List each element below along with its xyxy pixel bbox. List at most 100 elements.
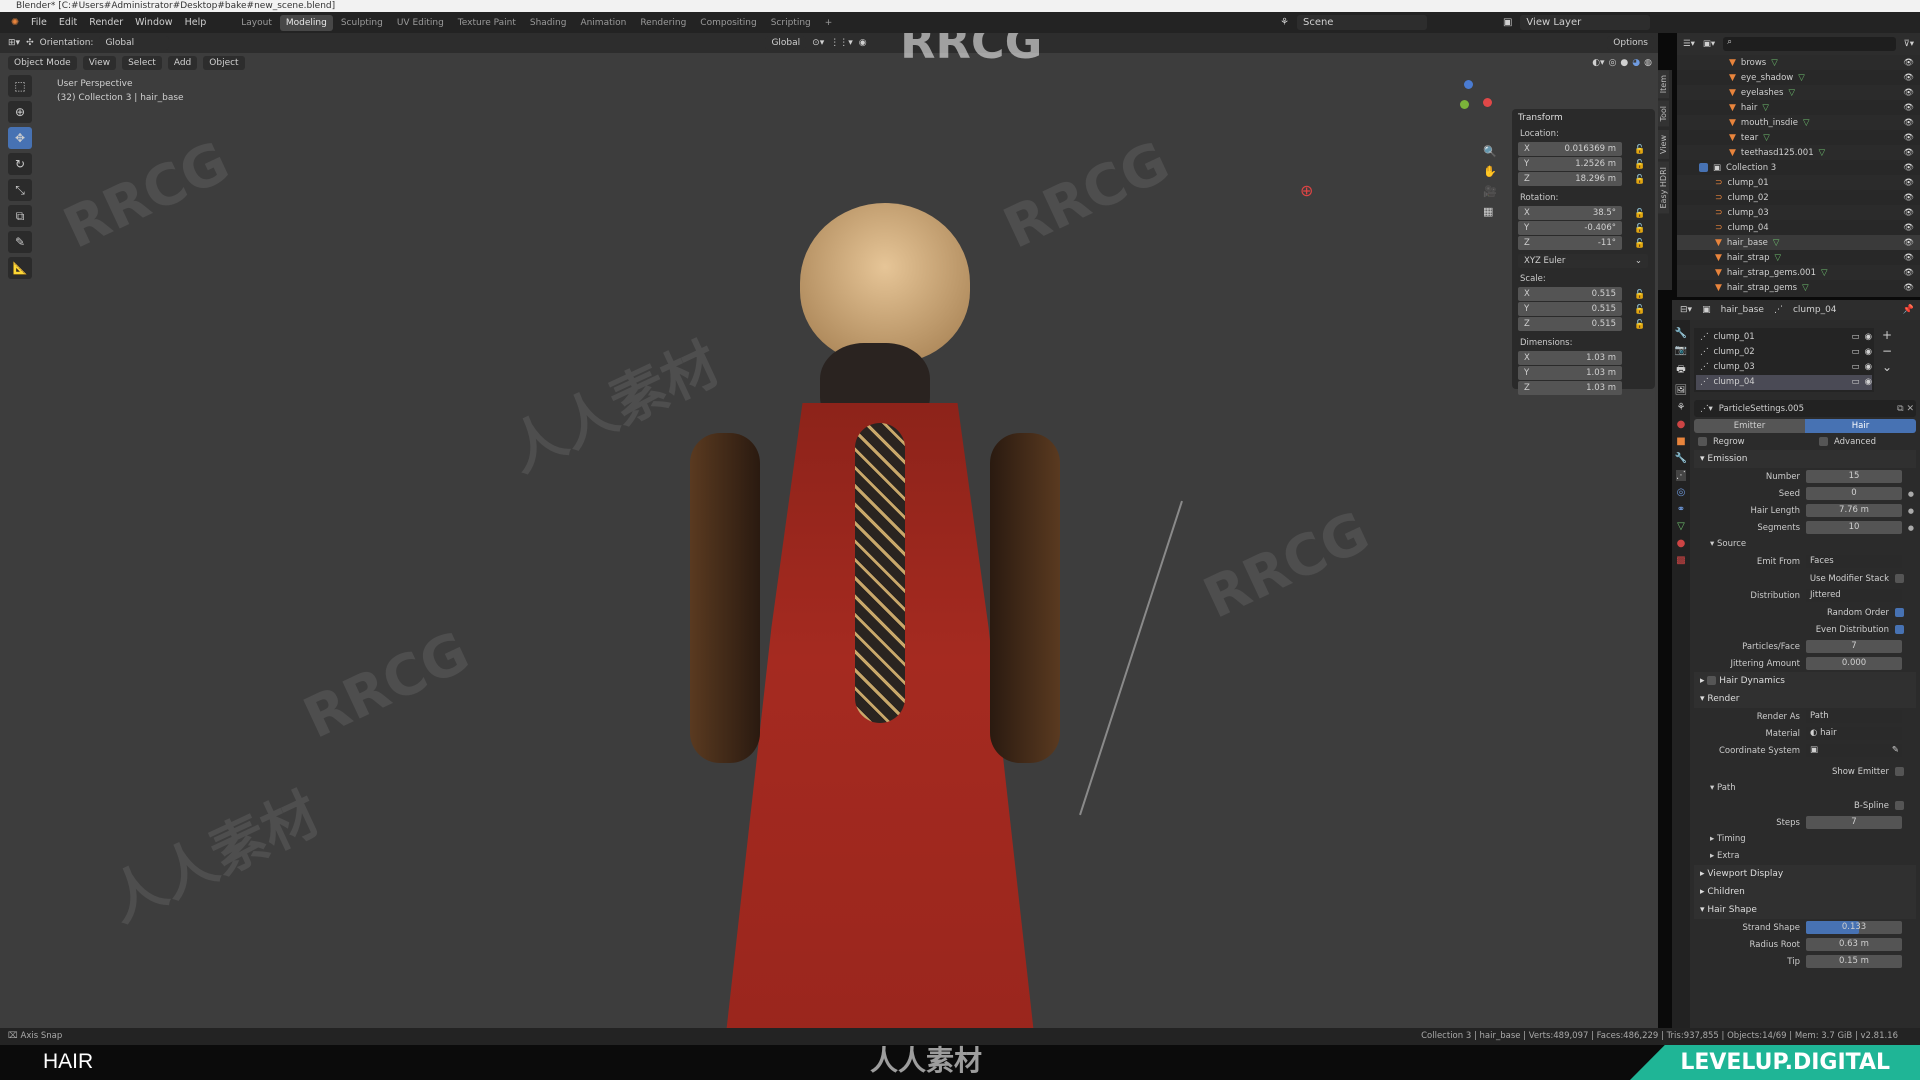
particle-system-item[interactable]: ⋰ clump_03 ▭ ◉	[1696, 360, 1872, 375]
tab-easy-hdri[interactable]: Easy HDRI	[1658, 161, 1669, 214]
outliner-item[interactable]: ▼ hair_strap ▽ 👁	[1677, 250, 1920, 265]
rotation-mode-dropdown[interactable]: XYZ Euler ⌄	[1518, 254, 1648, 268]
filter-view-icon[interactable]: ▣▾	[1703, 39, 1715, 49]
hair-dynamics-checkbox[interactable]	[1707, 676, 1717, 685]
cursor-icon[interactable]: ⊕	[8, 101, 32, 123]
output-tab-icon[interactable]: 🖶	[1676, 362, 1685, 379]
scene-icon[interactable]: ⚘	[1280, 17, 1289, 28]
lock-icon[interactable]: 🔓	[1634, 160, 1645, 170]
material-shading-icon[interactable]: ◕	[1632, 58, 1640, 68]
tab-uv-editing[interactable]: UV Editing	[391, 15, 450, 31]
emission-panel-header[interactable]: ▾ Emission	[1694, 450, 1916, 468]
strand-shape-slider[interactable]: 0.133	[1806, 921, 1902, 934]
eyedropper-icon[interactable]: ✎	[1892, 744, 1902, 757]
outliner-item[interactable]: ⊃ clump_02 👁	[1677, 190, 1920, 205]
keyframe-dot[interactable]: ●	[1908, 490, 1914, 498]
annotate-icon[interactable]: ✎	[8, 231, 32, 253]
physics-tab-icon[interactable]: ◎	[1677, 487, 1686, 498]
rotation-y-field[interactable]: Y -0.406°	[1518, 221, 1622, 235]
proportional-edit-icon[interactable]: ◉	[859, 38, 867, 48]
seed-field[interactable]: 0	[1806, 487, 1902, 500]
eye-icon[interactable]: 👁	[1903, 268, 1914, 278]
hair-type-button[interactable]: Hair	[1805, 419, 1916, 433]
blender-logo-icon[interactable]: ✺	[6, 15, 24, 30]
particles-tab-icon[interactable]: ⋰	[1676, 470, 1686, 481]
emit-from-dropdown[interactable]: Faces	[1806, 555, 1902, 568]
tab-texture-paint[interactable]: Texture Paint	[452, 15, 522, 31]
eye-icon[interactable]: 👁	[1903, 58, 1914, 68]
add-workspace-button[interactable]: +	[819, 15, 839, 31]
scale-z-field[interactable]: Z 0.515	[1518, 317, 1622, 331]
tab-shading[interactable]: Shading	[524, 15, 573, 31]
coordinate-system-field[interactable]: ▣ ✎	[1806, 744, 1902, 757]
camera-view-icon[interactable]: 🎥	[1483, 185, 1497, 198]
location-x-field[interactable]: X 0.016369 m	[1518, 142, 1622, 156]
transform-gizmo-icon[interactable]: ✣	[26, 38, 34, 48]
orientation-dropdown[interactable]: Global	[99, 36, 170, 50]
constraints-tab-icon[interactable]: ⚭	[1677, 504, 1685, 515]
render-camera-icon[interactable]: ◉	[1865, 330, 1872, 345]
modifier-tab-icon[interactable]: 🔧	[1675, 453, 1687, 464]
lock-icon[interactable]: 🔓	[1634, 209, 1645, 219]
viewport-display-icon[interactable]: ▭	[1852, 345, 1860, 360]
outliner-search-input[interactable]: ⌕	[1723, 37, 1896, 51]
filter-icon[interactable]: ⊽▾	[1904, 39, 1915, 49]
world-tab-icon[interactable]: ●	[1677, 419, 1686, 430]
transform-icon[interactable]: ⧉	[8, 205, 32, 227]
material-dropdown[interactable]: ◐ hair	[1806, 727, 1902, 740]
outliner-item[interactable]: ▼ teethasd125.001 ▽ 👁	[1677, 145, 1920, 160]
remove-system-button[interactable]: −	[1882, 344, 1892, 358]
outliner-item[interactable]: ▼ tear ▽ 👁	[1677, 130, 1920, 145]
tab-layout[interactable]: Layout	[235, 15, 278, 31]
gizmo-x-axis[interactable]	[1483, 98, 1492, 107]
editor-type-icon[interactable]: ⊞▾	[8, 38, 20, 48]
outliner-item[interactable]: ▼ eyelashes ▽ 👁	[1677, 85, 1920, 100]
tab-scripting[interactable]: Scripting	[765, 15, 817, 31]
outliner-item[interactable]: ▼ hair_base ▽ 👁	[1677, 235, 1920, 250]
particle-system-item[interactable]: ⋰ clump_01 ▭ ◉	[1696, 330, 1872, 345]
3d-viewport[interactable]: ⊞▾ ✣ Orientation: Global Global ⊙▾ ⋮⋮▾ ◉…	[0, 33, 1658, 1028]
view-layer-tab-icon[interactable]: 🖼	[1675, 385, 1688, 396]
viewport-display-icon[interactable]: ▭	[1852, 375, 1860, 390]
scale-y-field[interactable]: Y 0.515	[1518, 302, 1622, 316]
options-dropdown[interactable]: Options	[1607, 36, 1654, 50]
context-particle-system[interactable]: clump_04	[1793, 305, 1837, 315]
outliner-item[interactable]: ▼ brows ▽ 👁	[1677, 55, 1920, 70]
outliner-item[interactable]: ⊃ clump_04 👁	[1677, 220, 1920, 235]
particles-per-face-field[interactable]: 7	[1806, 640, 1902, 653]
lock-icon[interactable]: 🔓	[1634, 145, 1645, 155]
tab-compositing[interactable]: Compositing	[694, 15, 762, 31]
data-tab-icon[interactable]: ▽	[1677, 521, 1685, 532]
particle-system-item[interactable]: ⋰ clump_04 ▭ ◉	[1696, 375, 1872, 390]
tab-sculpting[interactable]: Sculpting	[335, 15, 389, 31]
gizmo-y-axis[interactable]	[1460, 100, 1469, 109]
hair-length-field[interactable]: 7.76 m	[1806, 504, 1902, 517]
viewport-display-icon[interactable]: ▭	[1852, 360, 1860, 375]
display-mode-icon[interactable]: ☰▾	[1683, 39, 1695, 49]
extra-subpanel-header[interactable]: ▸ Extra	[1694, 848, 1916, 865]
scale-icon[interactable]: ⤡	[8, 179, 32, 201]
eye-icon[interactable]: 👁	[1903, 73, 1914, 83]
show-emitter-checkbox[interactable]	[1895, 767, 1904, 776]
outliner-item[interactable]: ⊃ clump_03 👁	[1677, 205, 1920, 220]
advanced-checkbox[interactable]	[1819, 437, 1828, 446]
rotation-z-field[interactable]: Z -11°	[1518, 236, 1622, 250]
render-camera-icon[interactable]: ◉	[1865, 345, 1872, 360]
tab-modeling[interactable]: Modeling	[279, 14, 333, 31]
segments-field[interactable]: 10	[1806, 521, 1902, 534]
viewport-display-icon[interactable]: ▭	[1852, 330, 1860, 345]
timing-subpanel-header[interactable]: ▸ Timing	[1694, 831, 1916, 848]
regrow-checkbox[interactable]	[1698, 437, 1707, 446]
scene-tab-icon[interactable]: ⚘	[1677, 402, 1686, 413]
render-panel-header[interactable]: ▾ Render	[1694, 690, 1916, 708]
collection-checkbox[interactable]	[1699, 163, 1708, 172]
transform-header[interactable]: Transform	[1518, 113, 1649, 123]
menu-help[interactable]: Help	[180, 15, 212, 30]
outliner-item[interactable]: ▼ hair_strap_gems.001 ▽ 👁	[1677, 265, 1920, 280]
particle-settings-selector[interactable]: ⋰▾ ParticleSettings.005 ⧉ ✕	[1694, 400, 1916, 417]
tab-rendering[interactable]: Rendering	[634, 15, 692, 31]
children-panel-header[interactable]: ▸ Children	[1694, 883, 1916, 901]
context-object[interactable]: hair_base	[1721, 305, 1764, 315]
outliner-item[interactable]: ▼ hair_strap_gems ▽ 👁	[1677, 280, 1920, 295]
lock-icon[interactable]: 🔓	[1634, 224, 1645, 234]
